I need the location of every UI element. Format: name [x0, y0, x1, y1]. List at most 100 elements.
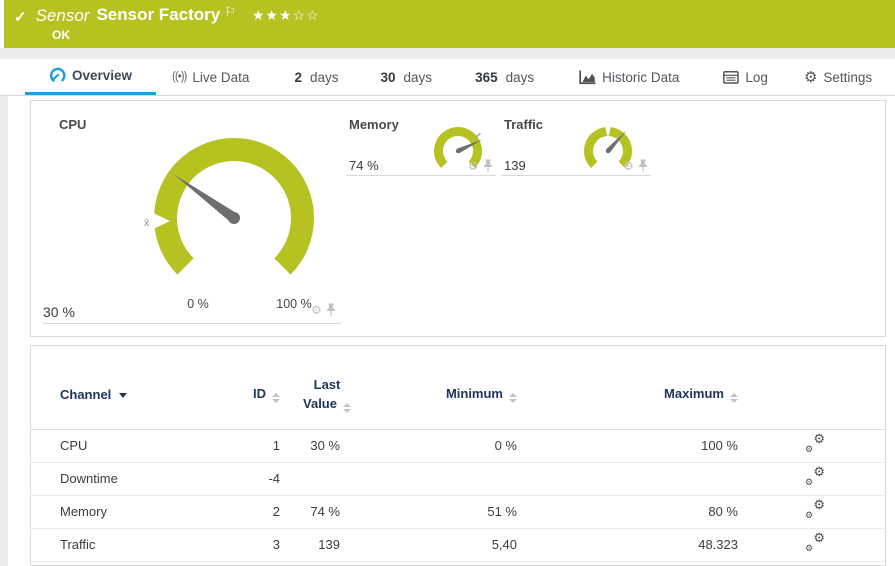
memory-tile-separator: [346, 175, 496, 176]
tab-overview-label: Overview: [72, 68, 133, 83]
table-row: Downtime -4 ⚙ ⚙: [31, 462, 885, 496]
tab-30-days[interactable]: 30 days: [381, 59, 433, 95]
channel-maximum-cell: 80 %: [541, 495, 753, 529]
column-header-channel[interactable]: Channel: [31, 346, 216, 430]
channel-id-cell: 1: [216, 429, 286, 463]
memory-tile-tools: ⚙: [468, 159, 493, 173]
column-header-value-label: Value: [286, 394, 368, 414]
channel-settings-icon[interactable]: ⚙ ⚙: [805, 498, 825, 520]
column-header-maximum-label: Maximum: [664, 385, 724, 401]
memory-gauge-value: 74 %: [349, 158, 379, 173]
sensor-title: Sensor Factory: [96, 5, 221, 24]
table-row: Memory 2 74 % 51 % 80 % ⚙ ⚙: [31, 495, 885, 529]
memory-tile-pin-icon[interactable]: [483, 159, 493, 173]
tab-30-days-unit: days: [403, 69, 433, 85]
column-header-minimum-label: Minimum: [445, 385, 503, 401]
table-row: Traffic 3 139 5,40 48.323 ⚙ ⚙: [31, 528, 885, 562]
tab-live-data[interactable]: ((•)) Live Data: [172, 59, 249, 95]
memory-tile-gear-icon[interactable]: ⚙: [468, 160, 479, 172]
channel-id-cell: 3: [216, 528, 286, 562]
tab-live-data-label: Live Data: [192, 69, 250, 85]
cpu-average-marker: x̄: [144, 217, 150, 229]
object-kind-label: Sensor: [35, 6, 90, 25]
gauges-panel: CPU x̄ 0 % 100 % 30 % ⚙ Memory 74 % ⚙ Tr…: [30, 100, 886, 337]
column-header-last-value[interactable]: Last Value: [286, 346, 386, 430]
column-header-channel-label: Channel: [60, 386, 112, 402]
priority-stars[interactable]: ★★★☆☆: [252, 7, 320, 24]
tab-365-days-unit: days: [505, 69, 535, 85]
cpu-tile-gear-icon[interactable]: ⚙: [311, 304, 322, 316]
cpu-tile-tools: ⚙: [311, 303, 336, 317]
settings-gear-icon: ⚙: [803, 68, 818, 86]
cpu-tile-separator: [43, 323, 341, 324]
cpu-gauge-title: CPU: [59, 117, 87, 132]
cpu-gauge-min-label: 0 %: [187, 297, 209, 311]
cpu-tile-pin-icon[interactable]: [326, 303, 336, 317]
sort-toggle-icon: [272, 392, 280, 403]
sort-descending-icon: [119, 392, 128, 398]
cpu-gauge: x̄: [144, 138, 314, 275]
column-header-minimum[interactable]: Minimum: [386, 346, 541, 430]
channel-name-cell: Traffic: [31, 528, 216, 562]
channel-last-value-cell: 139: [286, 528, 386, 562]
page-left-margin: [0, 48, 8, 566]
status-check-icon: ✓: [14, 9, 27, 26]
tab-settings-label: Settings: [823, 69, 873, 85]
tab-365-days[interactable]: 365 days: [475, 59, 534, 95]
tab-365-days-number: 365: [475, 69, 498, 85]
traffic-tile-tools: ⚙: [623, 159, 648, 173]
gauge-icon: [49, 67, 66, 84]
tab-log[interactable]: Log: [723, 59, 768, 95]
traffic-gauge-value: 139: [504, 158, 526, 173]
tab-log-label: Log: [745, 69, 768, 85]
channel-id-cell: 2: [216, 495, 286, 529]
sort-toggle-icon: [730, 392, 738, 403]
log-list-icon: [723, 70, 740, 84]
sort-toggle-icon: [342, 403, 351, 414]
channel-maximum-cell: [541, 462, 753, 496]
column-header-id-label: ID: [253, 385, 266, 401]
tab-overview[interactable]: Overview: [25, 59, 157, 95]
column-header-maximum[interactable]: Maximum: [541, 346, 753, 430]
channel-name-cell: Downtime: [31, 462, 216, 496]
channels-table: Channel ID Last Value Minimum Maximum CPU…: [31, 346, 885, 562]
channel-maximum-cell: 100 %: [541, 429, 753, 463]
tab-historic-data[interactable]: Historic Data: [579, 59, 679, 95]
channel-name-cell: CPU: [31, 429, 216, 463]
tab-2-days-number: 2: [294, 69, 302, 85]
sensor-tab-bar: Overview ((•)) Live Data 2 days 30 days …: [0, 59, 895, 96]
stars-empty[interactable]: ☆☆: [293, 7, 320, 23]
status-badge: OK: [52, 28, 70, 42]
channel-maximum-cell: 48.323: [541, 528, 753, 562]
channel-name-cell: Memory: [31, 495, 216, 529]
memory-gauge-title: Memory: [349, 117, 399, 132]
tab-2-days-unit: days: [309, 69, 339, 85]
channel-minimum-cell: 51 %: [386, 495, 541, 529]
channel-last-value-cell: 74 %: [286, 495, 386, 529]
stars-filled[interactable]: ★★★: [252, 7, 293, 23]
channels-header-row: Channel ID Last Value Minimum Maximum: [31, 346, 885, 430]
chart-icon: [579, 70, 596, 85]
tab-30-days-number: 30: [380, 69, 396, 85]
sensor-status-header: ✓ Sensor Sensor Factory ⚐ ★★★☆☆ OK: [4, 0, 895, 48]
cpu-gauge-value: 30 %: [43, 304, 75, 320]
traffic-tile-separator: [501, 175, 651, 176]
table-row: CPU 1 30 % 0 % 100 % ⚙ ⚙: [31, 429, 885, 463]
channel-minimum-cell: 0 %: [386, 429, 541, 463]
traffic-tile-pin-icon[interactable]: [638, 159, 648, 173]
sort-toggle-icon: [509, 392, 517, 403]
tab-2-days[interactable]: 2 days: [294, 59, 338, 95]
column-header-id[interactable]: ID: [216, 346, 286, 430]
channel-settings-icon[interactable]: ⚙ ⚙: [805, 531, 825, 553]
tab-settings[interactable]: ⚙ Settings: [804, 59, 872, 95]
channel-minimum-cell: 5,40: [386, 528, 541, 562]
channels-panel: Channel ID Last Value Minimum Maximum CPU…: [30, 345, 886, 566]
column-header-last-label: Last: [313, 376, 341, 392]
column-header-actions: [753, 346, 885, 430]
live-data-icon: ((•)): [172, 71, 187, 83]
priority-flag-icon[interactable]: ⚐: [224, 4, 236, 20]
channel-settings-icon[interactable]: ⚙ ⚙: [805, 465, 825, 487]
channel-last-value-cell: [286, 462, 386, 496]
traffic-tile-gear-icon[interactable]: ⚙: [623, 160, 634, 172]
channel-settings-icon[interactable]: ⚙ ⚙: [805, 432, 825, 454]
